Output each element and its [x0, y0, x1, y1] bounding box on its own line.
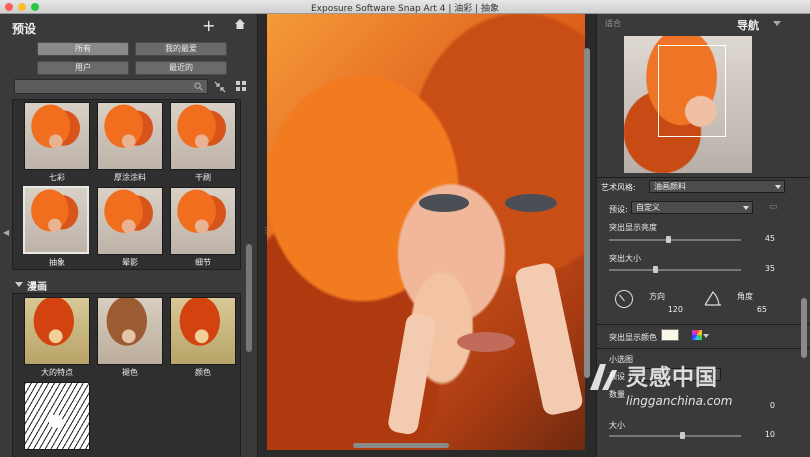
- preset-label: 褪色: [122, 368, 138, 377]
- options-menu-icon[interactable]: ▭: [769, 202, 778, 212]
- preset-thumbnail[interactable]: [170, 187, 236, 255]
- presets-panel: 预设 + 所有 我的最爱 用户 最近的 七彩 厚涂涂料 干刷 ★ 抽象 晕影 细…: [0, 14, 258, 457]
- filter-favorites-button[interactable]: 我的最爱: [135, 42, 227, 56]
- preset-label: 晕影: [122, 258, 138, 267]
- highlight-size-slider[interactable]: [609, 266, 741, 273]
- filter-user-button[interactable]: 用户: [37, 61, 129, 75]
- settings-scrollbar[interactable]: [801, 298, 807, 358]
- highlight-brightness-value[interactable]: 45: [745, 234, 775, 243]
- preset-thumbnail-selected[interactable]: ★: [23, 186, 89, 254]
- highlight-brightness-slider[interactable]: [609, 236, 741, 243]
- direction-dial[interactable]: [615, 290, 633, 308]
- collapse-left-panel-icon[interactable]: ◀: [3, 228, 9, 237]
- highlight-color-label: 突出显示颜色: [609, 333, 657, 342]
- preset-label: 预设:: [609, 205, 628, 214]
- preset-thumbnail[interactable]: [24, 102, 90, 170]
- preset-label: 七彩: [49, 173, 65, 182]
- preset-thumbnail[interactable]: [97, 102, 163, 170]
- favorite-star-icon[interactable]: ★: [77, 189, 85, 199]
- preset-thumbnail[interactable]: [97, 187, 163, 255]
- slider-knob[interactable]: [679, 432, 685, 439]
- direction-label: 方向: [649, 292, 665, 301]
- preset-thumbnail[interactable]: [24, 382, 90, 450]
- painted-image: [267, 14, 585, 450]
- preset-thumbnail[interactable]: [24, 297, 90, 365]
- preset-thumbnail[interactable]: [170, 102, 236, 170]
- navigator-menu-icon[interactable]: [773, 21, 781, 26]
- size-label: 大小: [609, 421, 625, 430]
- presets-title: 预设: [12, 22, 37, 36]
- section-header-comic[interactable]: 漫画: [12, 278, 241, 293]
- preset-label: 抽象: [49, 258, 65, 267]
- watermark-site: lingganchina.com: [626, 394, 733, 408]
- navigator-preview[interactable]: [624, 36, 752, 173]
- canvas-horizontal-scrollbar[interactable]: [353, 443, 449, 448]
- preset-label: 厚涂涂料: [114, 173, 146, 182]
- comic-presets-grid: 大的特点 褪色 颜色: [12, 293, 241, 457]
- highlight-size-label: 突出大小: [609, 254, 641, 263]
- preset-value: 自定义: [636, 203, 660, 212]
- slider-knob[interactable]: [666, 236, 672, 243]
- image-canvas[interactable]: [259, 14, 595, 457]
- art-style-label: 艺术风格:: [601, 183, 636, 192]
- presets-scrollbar[interactable]: [246, 244, 252, 352]
- highlight-color-swatch[interactable]: [661, 329, 679, 341]
- watermark: 灵感中国 lingganchina.com: [586, 358, 786, 418]
- canvas-vertical-scrollbar[interactable]: [584, 48, 590, 378]
- search-input[interactable]: [14, 79, 208, 94]
- angle-value[interactable]: 65: [737, 305, 767, 314]
- title-bar: Exposure Software Snap Art 4 | 油彩 | 抽象: [0, 0, 810, 14]
- size-slider[interactable]: [609, 432, 741, 439]
- collapse-icon[interactable]: [214, 81, 226, 93]
- filter-all-button[interactable]: 所有: [37, 42, 129, 56]
- slider-knob[interactable]: [653, 266, 659, 273]
- art-style-dropdown[interactable]: 油画颜料: [649, 180, 785, 193]
- preset-label: 大的特点: [41, 368, 73, 377]
- search-icon: [194, 82, 203, 91]
- art-style-value: 油画颜料: [654, 182, 686, 191]
- oil-presets-grid: 七彩 厚涂涂料 干刷 ★ 抽象 晕影 细节: [12, 99, 241, 270]
- highlight-size-value[interactable]: 35: [745, 264, 775, 273]
- window-title: Exposure Software Snap Art 4 | 油彩 | 抽象: [310, 4, 500, 14]
- preset-thumbnail[interactable]: [170, 297, 236, 365]
- filter-recent-button[interactable]: 最近的: [135, 61, 227, 75]
- navigator-title: 导航: [737, 19, 759, 32]
- preset-dropdown[interactable]: 自定义: [631, 201, 753, 214]
- angle-label: 角度: [737, 292, 753, 301]
- panel-splitter-handle[interactable]: ⋮: [262, 226, 270, 235]
- preset-label: 颜色: [195, 368, 211, 377]
- home-icon[interactable]: [234, 18, 246, 30]
- highlight-brightness-label: 突出显示亮度: [609, 223, 657, 232]
- chevron-down-icon: [775, 185, 781, 189]
- brand-logo-icon: [590, 364, 617, 390]
- chevron-down-icon: [743, 206, 749, 210]
- section-label: 漫画: [27, 282, 47, 293]
- add-preset-icon[interactable]: +: [202, 16, 215, 35]
- preset-label: 干刷: [195, 173, 211, 182]
- preset-thumbnail[interactable]: [97, 297, 163, 365]
- palette-icon[interactable]: [692, 330, 702, 340]
- grid-view-icon[interactable]: [236, 81, 246, 91]
- size-value[interactable]: 10: [745, 430, 775, 439]
- navigator-viewport-rect[interactable]: [658, 45, 726, 137]
- chevron-down-icon[interactable]: [703, 334, 709, 338]
- direction-value[interactable]: 120: [653, 305, 683, 314]
- fit-button[interactable]: 适合: [605, 18, 621, 29]
- watermark-brand: 灵感中国: [626, 366, 719, 391]
- preset-label: 细节: [195, 258, 211, 267]
- disclosure-triangle-icon[interactable]: [15, 282, 23, 287]
- angle-icon[interactable]: [703, 289, 723, 307]
